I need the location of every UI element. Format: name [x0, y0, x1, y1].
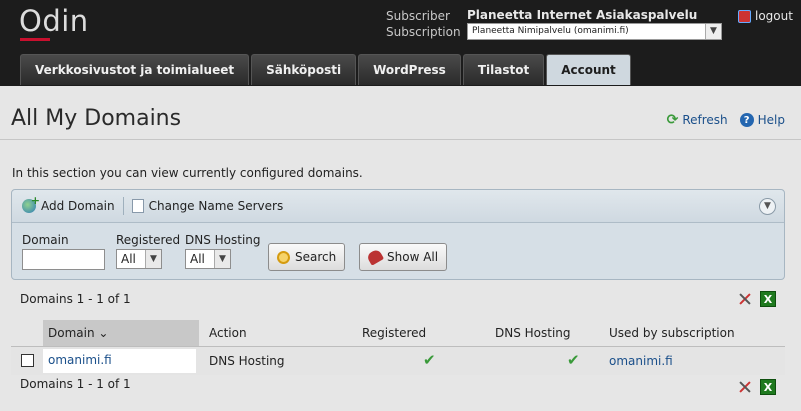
excel-export-icon[interactable]: X: [760, 379, 776, 395]
domain-filter: Domain: [22, 233, 105, 270]
logo: Odin: [19, 4, 89, 38]
column-registered[interactable]: Registered: [362, 326, 426, 340]
subscription-label: Subscription: [386, 25, 461, 39]
domains-count-bottom: Domains 1 - 1 of 1: [20, 377, 131, 391]
column-dns-hosting[interactable]: DNS Hosting: [495, 326, 571, 340]
add-globe-icon: [22, 194, 40, 213]
domain-tools-panel: Add Domain Change Name Servers ▼ Domain …: [11, 189, 785, 280]
registered-filter-value: All: [121, 252, 136, 266]
domain-filter-input[interactable]: [22, 249, 105, 270]
chevron-down-icon[interactable]: ▼: [705, 24, 721, 39]
subscription-select-value: Planeetta Nimipalvelu (omanimi.fi): [472, 26, 629, 36]
excel-export-icon[interactable]: X: [760, 291, 776, 307]
panel-toolbar: Add Domain Change Name Servers ▼: [12, 190, 784, 223]
table-header: Domain ⌄ Action Registered DNS Hosting U…: [11, 319, 785, 347]
domains-table: Domain ⌄ Action Registered DNS Hosting U…: [11, 319, 785, 375]
toolbar-separator: [122, 197, 124, 215]
page-title: All My Domains: [11, 106, 182, 131]
refresh-label: Refresh: [682, 113, 728, 127]
show-all-button[interactable]: Show All: [359, 243, 448, 271]
tools-icon[interactable]: [738, 292, 752, 306]
change-name-servers-button[interactable]: Change Name Servers: [131, 199, 284, 213]
search-button[interactable]: Search: [268, 243, 346, 271]
tab-statistics[interactable]: Tilastot: [462, 54, 545, 85]
dns-hosting-filter-label: DNS Hosting: [185, 233, 261, 247]
column-action: Action: [209, 325, 247, 340]
main-tabs: Verkkosivustot ja toimialueet Sähköposti…: [20, 54, 631, 85]
sort-desc-icon: ⌄: [98, 326, 109, 340]
chevron-down-icon: ▼: [214, 250, 230, 268]
action-cell: DNS Hosting: [209, 354, 285, 368]
broom-icon: [365, 248, 385, 266]
tab-account[interactable]: Account: [546, 54, 631, 85]
refresh-icon: ⟳: [666, 112, 679, 128]
help-label: Help: [757, 113, 785, 127]
column-domain-label: Domain: [48, 326, 95, 340]
dns-hosting-check-icon: ✔: [567, 351, 580, 369]
top-header: Odin Subscriber Planeetta Internet Asiak…: [0, 0, 801, 86]
help-icon: ?: [739, 113, 754, 127]
dns-hosting-filter: DNS Hosting All ▼: [185, 233, 261, 269]
subscription-select[interactable]: Planeetta Nimipalvelu (omanimi.fi) ▼: [467, 23, 722, 40]
domain-link[interactable]: omanimi.fi: [43, 349, 196, 373]
logout-icon: [738, 9, 751, 23]
registered-check-icon: ✔: [423, 351, 436, 369]
grid-tools-bottom: X: [738, 379, 776, 395]
refresh-link[interactable]: ⟳ Refresh: [667, 112, 728, 128]
logout-label: logout: [755, 9, 793, 23]
collapse-chevron-icon[interactable]: ▼: [759, 198, 776, 215]
column-used-by[interactable]: Used by subscription: [609, 326, 735, 340]
domains-count-top: Domains 1 - 1 of 1: [20, 292, 131, 306]
tab-websites-domains[interactable]: Verkkosivustot ja toimialueet: [20, 54, 250, 85]
row-checkbox[interactable]: [21, 354, 34, 367]
search-button-label: Search: [295, 250, 337, 264]
name-servers-icon: [131, 199, 144, 213]
logout-link[interactable]: logout: [738, 9, 793, 23]
registered-filter-label: Registered: [116, 233, 181, 247]
change-name-servers-label: Change Name Servers: [148, 199, 284, 213]
registered-filter: Registered All ▼: [116, 233, 180, 269]
grid-tools-top: X: [738, 291, 776, 307]
subscriber-value: Planeetta Internet Asiakaspalvelu: [467, 8, 698, 22]
registered-filter-select[interactable]: All ▼: [116, 249, 162, 269]
dns-hosting-filter-value: All: [190, 252, 205, 266]
subscriber-label: Subscriber: [386, 9, 450, 23]
title-divider: [0, 139, 801, 140]
tab-wordpress[interactable]: WordPress: [358, 54, 461, 85]
logo-accent-bar: [20, 38, 50, 41]
search-icon: [277, 250, 290, 264]
help-link[interactable]: ? Help: [739, 112, 785, 128]
domain-filter-label: Domain: [22, 233, 69, 247]
dns-hosting-filter-select[interactable]: All ▼: [185, 249, 231, 269]
page-actions: ⟳ Refresh ? Help: [667, 112, 785, 128]
column-domain[interactable]: Domain ⌄: [43, 320, 199, 346]
tab-email[interactable]: Sähköposti: [251, 54, 357, 85]
show-all-button-label: Show All: [387, 250, 439, 264]
add-domain-label: Add Domain: [41, 199, 115, 213]
intro-text: In this section you can view currently c…: [12, 166, 363, 180]
add-domain-button[interactable]: Add Domain: [22, 194, 115, 213]
table-row: omanimi.fi DNS Hosting ✔ ✔ omanimi.fi: [11, 347, 785, 375]
tools-icon[interactable]: [738, 380, 752, 394]
chevron-down-icon: ▼: [145, 250, 161, 268]
used-by-subscription-link[interactable]: omanimi.fi: [609, 354, 673, 368]
